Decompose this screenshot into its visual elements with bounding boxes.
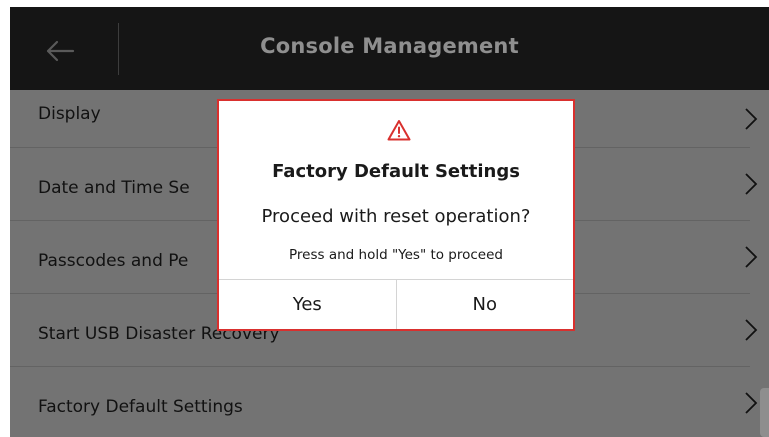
menu-item-label: Display <box>38 104 101 124</box>
menu-item-label: Passcodes and Pe <box>38 251 189 271</box>
scrollbar-thumb[interactable] <box>760 388 769 437</box>
chevron-right-icon <box>745 107 758 130</box>
menu-item-factory-default[interactable]: Factory Default Settings <box>10 367 758 437</box>
chevron-right-icon <box>745 173 758 195</box>
chevron-right-icon <box>745 319 758 341</box>
menu-item-label: Date and Time Se <box>38 178 190 198</box>
dialog-title: Factory Default Settings <box>272 161 520 182</box>
yes-button[interactable]: Yes <box>219 280 396 329</box>
dialog-hint: Press and hold "Yes" to proceed <box>289 247 503 263</box>
header-bar: Console Management <box>10 7 769 90</box>
dialog-question: Proceed with reset operation? <box>261 206 531 227</box>
arrow-left-icon <box>46 40 75 62</box>
back-button[interactable] <box>32 29 88 73</box>
dialog-button-bar: Yes No <box>219 279 573 329</box>
warning-icon <box>387 120 411 141</box>
factory-reset-dialog: Factory Default Settings Proceed with re… <box>217 99 575 331</box>
header-divider <box>118 23 119 75</box>
console-management-screen: Console Management Display Date and Time… <box>10 7 769 437</box>
chevron-right-icon <box>745 246 758 268</box>
chevron-right-icon <box>745 392 758 414</box>
menu-item-label: Factory Default Settings <box>38 397 243 417</box>
page-title: Console Management <box>260 34 519 58</box>
no-button[interactable]: No <box>395 280 574 329</box>
